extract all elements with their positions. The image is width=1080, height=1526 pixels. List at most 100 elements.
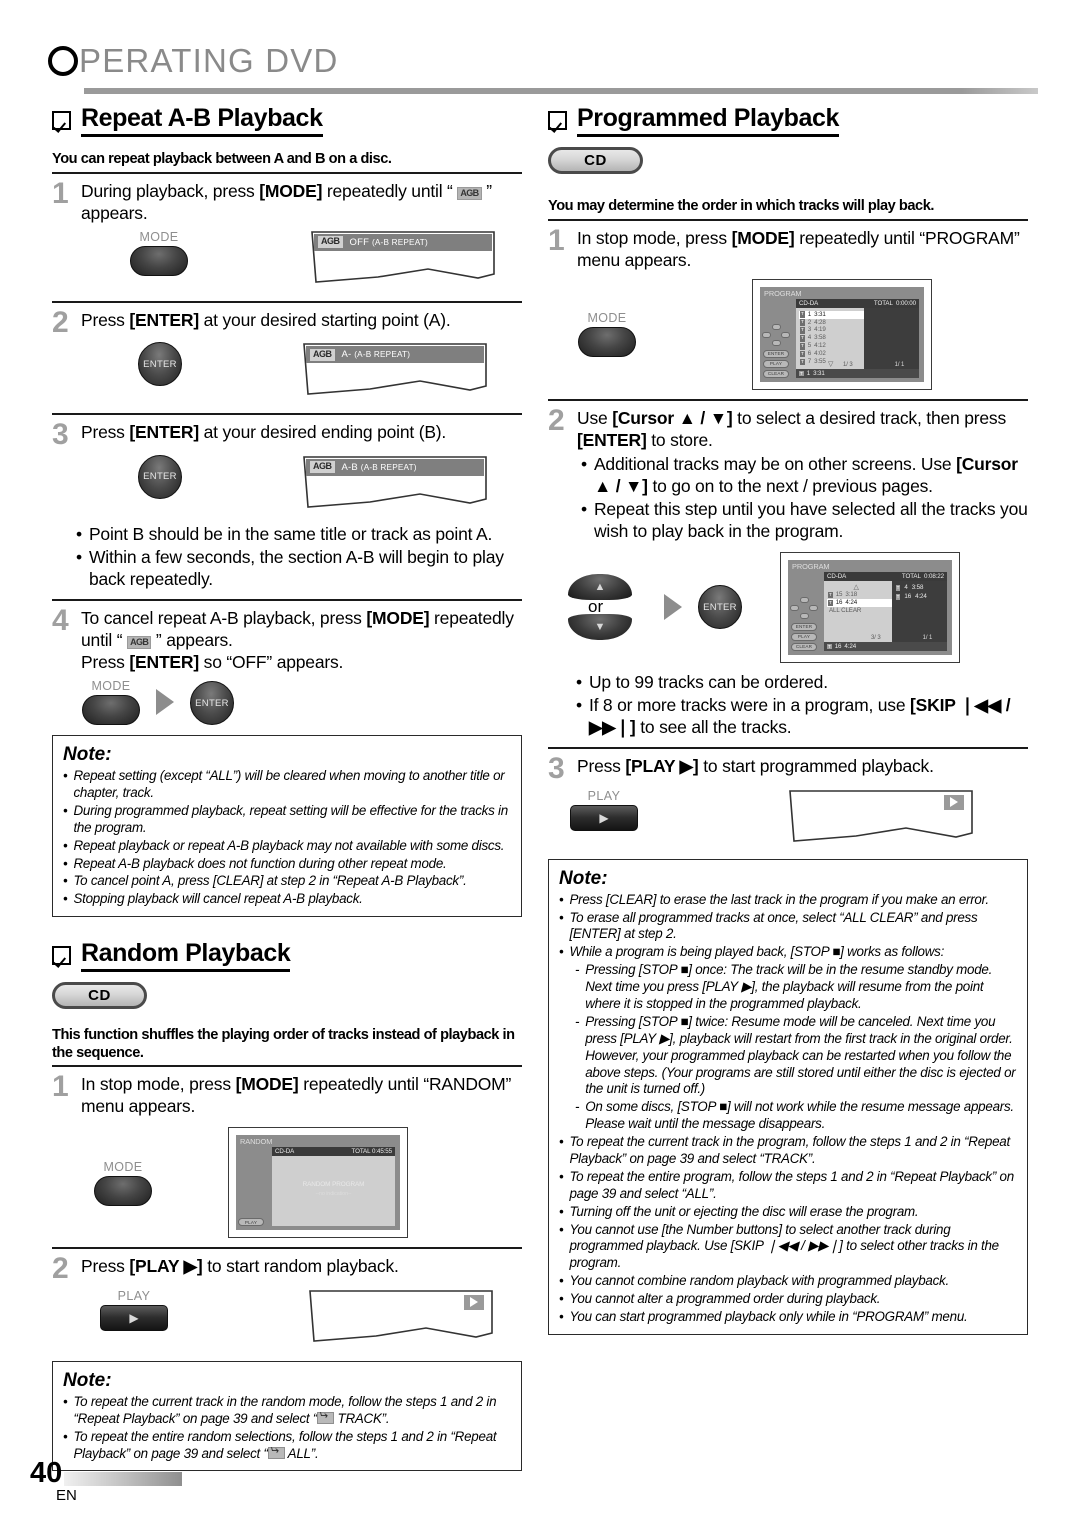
osd-header: CD-DA TOTAL 0:00:00 [796,298,919,308]
osd-button-enter[interactable]: ENTER [763,349,789,358]
osd-total-label: TOTAL [873,299,893,307]
ab-repeat-icon: AGB [310,461,335,474]
track-row[interactable]: T 16 4:24 [827,598,892,607]
enter-button[interactable]: ENTER [698,585,742,630]
dpad-left-key[interactable] [762,331,771,338]
step-text: Press [ENTER] at your desired starting p… [81,309,522,331]
step-key-enter: [ENTER] [577,429,647,450]
dpad-icon[interactable] [762,323,790,346]
step-number: 1 [548,223,565,257]
track-row[interactable]: T 5 4:12 [799,342,864,350]
track-no: 4 [807,334,812,342]
osd-panel: CD-DA TOTAL 0:45:55 RANDOM PROGRAM --no … [272,1147,395,1227]
osd-header: CD-DA TOTAL 0:08:22 [824,571,947,581]
track-icon: T [800,319,805,326]
dpad-icon[interactable] [790,596,818,619]
mode-button[interactable] [130,245,188,276]
dpad-up-key[interactable] [771,323,781,330]
track-row[interactable]: T 2 4:28 [799,319,864,327]
track-time: 4:02 [814,350,826,358]
step-number: 2 [52,305,69,339]
section-title-text: Repeat A-B Playback [81,104,323,137]
enter-button[interactable]: ENTER [138,342,182,387]
track-no: 15 [835,590,843,598]
track-no: 3 [807,326,812,334]
osd-button-play[interactable]: PLAY [791,632,817,641]
track-row[interactable]: T 6 4:02 [799,350,864,358]
note-item: • Stopping playback will cancel repeat A-… [63,891,511,908]
play-button-caption: PLAY [117,1288,151,1303]
step-3-programmed-artwork: PLAY ▶ [548,789,1028,851]
bullet-text-c: to see all the tracks. [635,716,792,737]
step-2-repeat-ab: 2 Press [ENTER] at your desired starting… [52,305,522,339]
osd-screen-program-2: PROGRAM ENTER PLAY CLEAR CD-DA TOTAL 0:0… [780,551,960,663]
osd-sublabel: (A-B REPEAT) [360,462,417,472]
bullet-dot: • [76,546,82,567]
step-text-a: To cancel repeat A-B playback, press [81,607,367,628]
bullet-item: • Additional tracks may be on other scree… [581,453,1028,497]
osd-total: TOTAL 0:00:00 [874,300,916,307]
osd-button-enter[interactable]: ENTER [791,622,817,631]
note-item: • To repeat the entire program, follow th… [559,1169,1017,1203]
osd-page-left: 1/ 3 [842,361,853,368]
program-row: T 4 3:58 [895,584,947,593]
play-button[interactable]: ▶ [570,804,638,831]
bullet-item: • Repeat this step until you have selecte… [581,498,1028,542]
track-row[interactable]: T 15 3:18 [827,591,892,599]
track-row[interactable]: T 1 3:31 [799,310,864,319]
dpad-left-key[interactable] [790,604,799,611]
dpad-right-key[interactable] [809,604,818,611]
step-text: In stop mode, press [MODE] repeatedly un… [577,227,1028,271]
step-3-bullets: • Point B should be in the same title or … [52,523,522,590]
dpad-up-key[interactable] [799,596,809,603]
mode-button-art[interactable]: MODE [82,679,140,726]
all-clear-row[interactable]: ALL CLEAR [827,607,892,615]
osd-disc-type: CD-DA [827,572,847,580]
play-button[interactable]: ▶ [100,1304,168,1331]
track-icon: T [800,358,805,366]
play-button-art[interactable]: PLAY ▶ [570,789,638,831]
step-4-repeat-ab: 4 To cancel repeat A-B playback, press [… [52,606,522,673]
mode-button[interactable] [82,695,140,726]
play-indicator-icon [464,1294,484,1310]
track-row[interactable]: T 3 4:19 [799,326,864,334]
step-1-programmed: 1 In stop mode, press [MODE] repeatedly … [548,223,1028,271]
dpad-down-key[interactable] [771,339,781,346]
play-button-art[interactable]: PLAY ▶ [100,1289,168,1331]
mode-button[interactable] [578,327,636,358]
osd-bar: AGB A-B (A-B REPEAT) [306,458,484,476]
mode-button[interactable] [94,1175,152,1206]
cursor-down-button[interactable]: ▼ [568,614,632,641]
checkbox-icon [548,111,567,130]
osd-button-play[interactable]: PLAY [763,359,789,368]
osd-total: TOTAL 0:08:22 [902,573,944,580]
mode-button-art[interactable]: MODE [130,230,188,276]
language-code: EN [56,1487,77,1504]
osd-panel: CD-DA TOTAL 0:08:22 △ T 15 3:18 T 16 4:24 AL… [824,571,947,651]
step-text-b: to start random playback. [202,1256,399,1277]
program-no: 16 [904,592,912,600]
step-text-a: Press [81,309,130,330]
enter-button[interactable]: ENTER [138,454,182,499]
note-text: To repeat the current track in the rando… [73,1394,511,1428]
header-rule [84,88,1038,94]
step-3-repeat-ab: 3 Press [ENTER] at your desired ending p… [52,420,522,450]
mode-button-caption: MODE [91,679,131,694]
mode-button-art[interactable]: MODE [578,311,636,358]
osd-button-clear[interactable]: CLEAR [763,369,789,378]
page-footer: 40 EN [30,1458,183,1504]
track-icon: T [799,370,804,376]
osd-label: OFF (A-B REPEAT) [350,237,428,248]
mode-button-art[interactable]: MODE [94,1160,152,1206]
osd-button-play[interactable]: PLAY [238,1218,264,1227]
osd-button-clear[interactable]: CLEAR [791,642,817,651]
all-clear-label: ALL CLEAR [829,606,862,614]
osd-header: CD-DA TOTAL 0:45:55 [272,1147,395,1157]
track-row[interactable]: T 4 3:58 [799,334,864,342]
dpad-down-key[interactable] [799,612,809,619]
dpad-right-key[interactable] [781,331,790,338]
step-text: Use [Cursor ▲ / ▼] to select a desired t… [577,407,1028,542]
note-text: To cancel point A, press [CLEAR] at step… [73,873,467,889]
or-label: or [588,597,604,617]
enter-button[interactable]: ENTER [190,681,234,726]
